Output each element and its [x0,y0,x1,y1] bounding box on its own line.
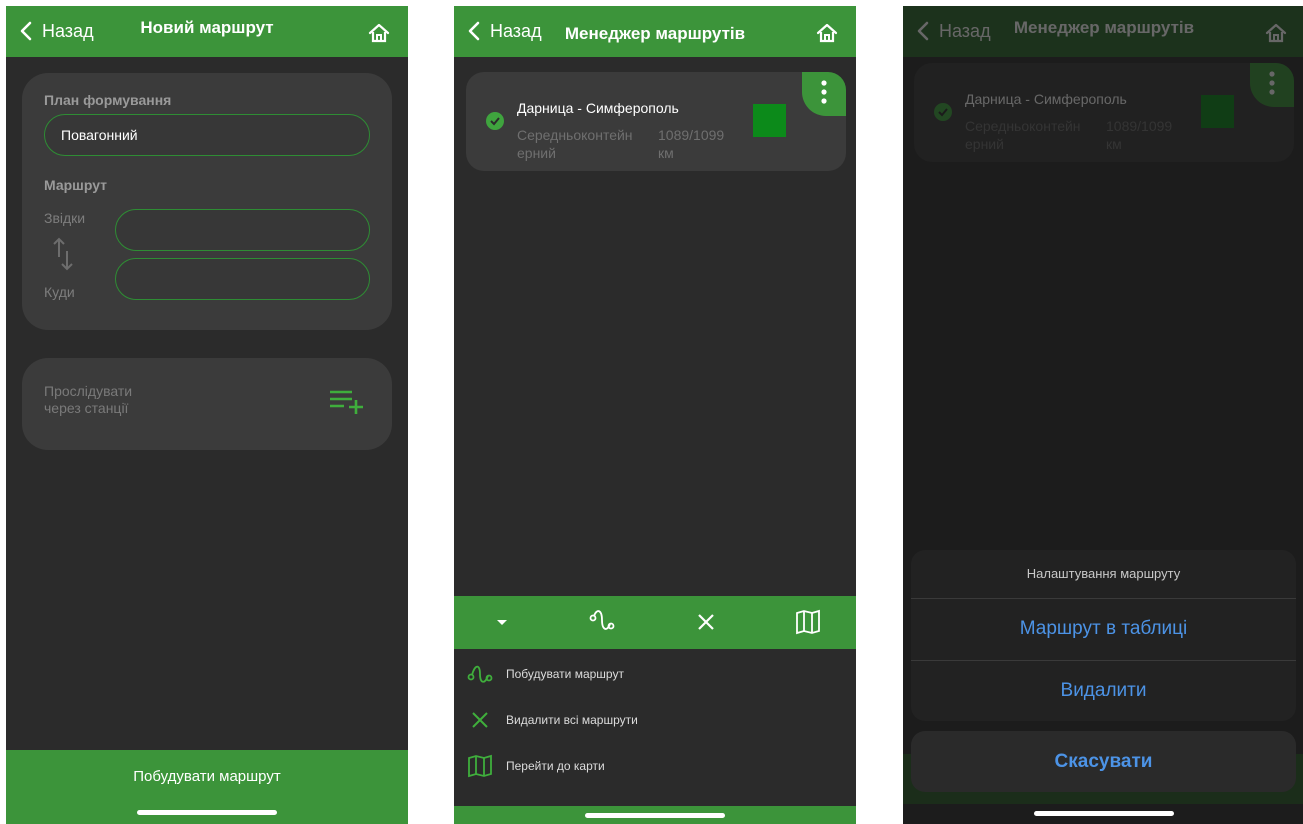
legend-open-map: Перейти до карти [466,754,605,778]
plan-value: Повагонний [61,127,138,143]
swap-icon[interactable] [51,237,75,271]
home-icon[interactable] [816,22,838,44]
map-icon [468,754,492,778]
add-list-icon[interactable] [328,388,366,416]
legend-label: Видалити всі маршрути [506,713,638,727]
route-curve-icon [467,665,493,683]
route-toolbar [454,596,856,649]
home-indicator [585,813,725,818]
to-label: Куди [44,284,75,300]
route-card[interactable]: Дарница - Симферополь Середньоконтейн ер… [466,72,846,171]
cancel-sheet: Скасувати [911,731,1296,792]
close-icon[interactable] [692,608,720,636]
legend-label: Побудувати маршрут [506,667,624,681]
route-form-card: План формування Повагонний Маршрут Звідк… [22,73,392,330]
route-in-table-option[interactable]: Маршрут в таблиці [911,599,1296,659]
more-vertical-icon [821,80,827,104]
via-stations-label: Прослідувати через станції [44,383,133,416]
cancel-button[interactable]: Скасувати [911,731,1296,792]
page-title: Новий маршрут [140,18,274,37]
action-sheet: Налаштування маршруту Маршрут в таблиці … [911,550,1296,721]
action-sheet-title: Налаштування маршруту [1026,566,1181,581]
route-name: Дарница - Симферополь [517,100,679,116]
delete-option[interactable]: Видалити [911,661,1296,721]
from-field[interactable] [115,209,370,251]
build-route-button[interactable]: Побудувати маршрут [6,750,408,824]
via-stations-card[interactable]: Прослідувати через станції [22,358,392,450]
plan-label: План формування [44,92,172,108]
from-label: Звідки [44,210,86,226]
home-icon[interactable] [368,22,390,44]
route-curve-icon[interactable] [588,608,616,636]
home-indicator [137,810,277,815]
build-route-label: Побудувати маршрут [133,768,281,785]
legend-build-route: Побудувати маршрут [466,662,624,686]
legend-label: Перейти до карти [506,759,605,773]
route-distance: 1089/1099 км [658,127,725,161]
route-color-swatch[interactable] [753,104,786,137]
route-options-screen: Назад Менеджер маршрутів Дарница - Симфе… [903,6,1303,824]
check-circle-icon[interactable] [486,112,504,130]
bottom-bar [454,806,856,824]
home-indicator [1034,811,1174,816]
plan-select[interactable]: Повагонний [44,114,370,156]
navbar: Назад Менеджер маршрутів [454,6,856,57]
more-menu-button[interactable] [802,72,846,116]
route-manager-screen: Назад Менеджер маршрутів Дарница - Симфе… [454,6,856,824]
navbar: Назад Новий маршрут [6,6,408,57]
to-field[interactable] [115,258,370,300]
new-route-screen: Назад Новий маршрут План формування Пова… [6,6,408,824]
route-label: Маршрут [44,177,108,193]
chevron-down-icon[interactable] [488,608,516,636]
legend-delete-routes: Видалити всі маршрути [466,708,638,732]
close-icon [472,712,488,728]
page-title: Менеджер маршрутів [564,24,746,43]
map-icon[interactable] [794,608,822,636]
route-type: Середньоконтейн ерний [517,127,633,161]
